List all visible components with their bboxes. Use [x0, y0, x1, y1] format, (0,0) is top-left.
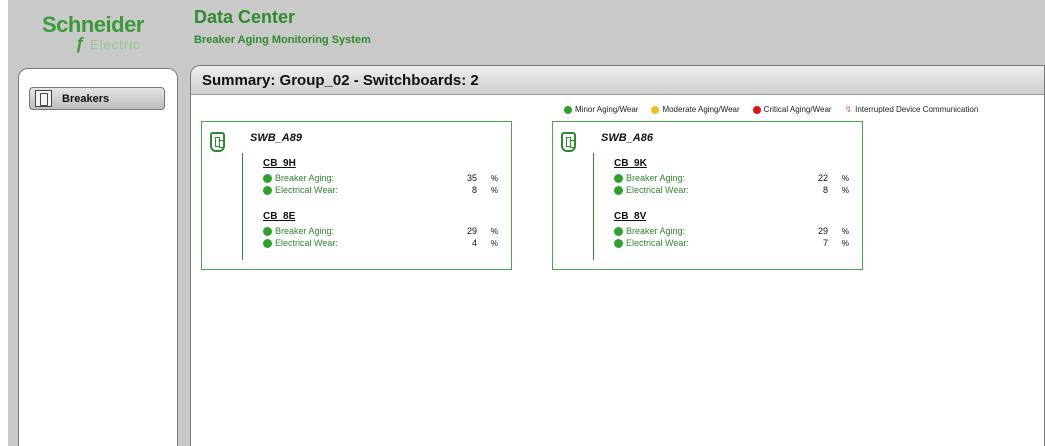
breakers-nav-label: Breakers [62, 92, 110, 105]
breaker-name[interactable]: CB_9K [614, 158, 854, 172]
legend-moderate: Moderate Aging/Wear [651, 105, 740, 114]
electrical-wear-row: Electrical Wear: 8 % [614, 184, 854, 196]
breaker-aging-value: 22 [817, 173, 828, 183]
minor-status-icon [263, 186, 272, 195]
breaker-item: CB_9H Breaker Aging: 35 % Electrical Wea… [263, 158, 503, 196]
breaker-name[interactable]: CB_8V [614, 211, 854, 225]
minor-status-icon [614, 186, 623, 195]
switchboard-card[interactable]: SWB_A89 CB_9H Breaker Aging: 35 % Electr… [201, 121, 512, 270]
electrical-wear-label: Electrical Wear: [275, 185, 338, 195]
switchboard-icon [210, 132, 225, 152]
percent-unit: % [490, 227, 498, 236]
minor-status-icon [263, 174, 272, 183]
interrupted-communication-icon: ↯ [844, 104, 853, 114]
switchboard-card[interactable]: SWB_A86 CB_9K Breaker Aging: 22 % Electr… [552, 121, 863, 270]
status-legend: Minor Aging/Wear Moderate Aging/Wear Cri… [564, 104, 991, 115]
moderate-status-icon [651, 105, 660, 114]
switchboard-name: SWB_A86 [601, 132, 653, 144]
breaker-name[interactable]: CB_8E [263, 211, 503, 225]
legend-interrupted-label: Interrupted Device Communication [855, 105, 979, 114]
schneider-electric-logo: Schneider ƒ Electric [38, 12, 168, 53]
breaker-aging-label: Breaker Aging: [275, 226, 335, 236]
percent-unit: % [841, 186, 849, 195]
percent-unit: % [490, 174, 498, 183]
switchboard-name: SWB_A89 [250, 132, 302, 144]
breaker-aging-row: Breaker Aging: 29 % [263, 225, 503, 237]
breaker-item: CB_9K Breaker Aging: 22 % Electrical Wea… [614, 158, 854, 196]
breaker-aging-label: Breaker Aging: [275, 173, 335, 183]
breaker-name[interactable]: CB_9H [263, 158, 503, 172]
breaker-aging-label: Breaker Aging: [626, 173, 686, 183]
percent-unit: % [490, 186, 498, 195]
electrical-wear-label: Electrical Wear: [626, 185, 689, 195]
card-divider [593, 153, 594, 260]
legend-minor-label: Minor Aging/Wear [575, 105, 639, 114]
minor-status-icon [614, 239, 623, 248]
minor-status-icon [614, 227, 623, 236]
minor-status-icon [614, 174, 623, 183]
switchboard-icon [561, 132, 576, 152]
electrical-wear-value: 8 [822, 185, 828, 195]
breaker-aging-value: 35 [466, 173, 477, 183]
breaker-icon [35, 90, 52, 107]
breaker-aging-value: 29 [817, 226, 828, 236]
critical-status-icon [752, 105, 761, 114]
main-panel: Summary: Group_02 - Switchboards: 2 Mino… [190, 65, 1045, 446]
electrical-wear-label: Electrical Wear: [275, 238, 338, 248]
breakers-nav-button[interactable]: Breakers [29, 87, 165, 110]
electrical-wear-row: Electrical Wear: 4 % [263, 237, 503, 249]
breaker-aging-row: Breaker Aging: 22 % [614, 172, 854, 184]
breaker-aging-row: Breaker Aging: 35 % [263, 172, 503, 184]
electrical-wear-value: 8 [471, 185, 477, 195]
minor-status-icon [263, 239, 272, 248]
electrical-wear-row: Electrical Wear: 8 % [263, 184, 503, 196]
breaker-item: CB_8V Breaker Aging: 29 % Electrical Wea… [614, 211, 854, 249]
breaker-aging-label: Breaker Aging: [626, 226, 686, 236]
percent-unit: % [841, 239, 849, 248]
minor-status-icon [263, 227, 272, 236]
card-divider [242, 153, 243, 260]
legend-minor: Minor Aging/Wear [564, 105, 638, 114]
summary-header: Summary: Group_02 - Switchboards: 2 [191, 66, 1044, 95]
app-title: Data Center [194, 7, 296, 27]
electrical-wear-label: Electrical Wear: [626, 238, 689, 248]
legend-moderate-label: Moderate Aging/Wear [662, 105, 740, 114]
electrical-wear-row: Electrical Wear: 7 % [614, 237, 854, 249]
legend-critical: Critical Aging/Wear [752, 105, 832, 114]
header: Schneider ƒ Electric Data Center Breaker… [8, 0, 1045, 58]
logo-sub: Electric [90, 37, 141, 52]
legend-critical-label: Critical Aging/Wear [763, 105, 832, 114]
breaker-item: CB_8E Breaker Aging: 29 % Electrical Wea… [263, 211, 503, 249]
breaker-aging-row: Breaker Aging: 29 % [614, 225, 854, 237]
percent-unit: % [841, 174, 849, 183]
minor-status-icon [564, 105, 572, 114]
summary-title: Summary: Group_02 - Switchboards: 2 [202, 72, 479, 89]
legend-interrupted: ↯ Interrupted Device Communication [845, 104, 979, 115]
percent-unit: % [841, 227, 849, 236]
navigation-panel [18, 68, 178, 446]
logo-name: Schneider [42, 12, 144, 37]
electrical-wear-value: 4 [471, 238, 477, 248]
logo-mark: ƒ [75, 34, 85, 53]
percent-unit: % [490, 239, 498, 248]
app-subtitle: Breaker Aging Monitoring System [194, 34, 371, 46]
breaker-aging-value: 29 [466, 226, 477, 236]
electrical-wear-value: 7 [822, 238, 828, 248]
